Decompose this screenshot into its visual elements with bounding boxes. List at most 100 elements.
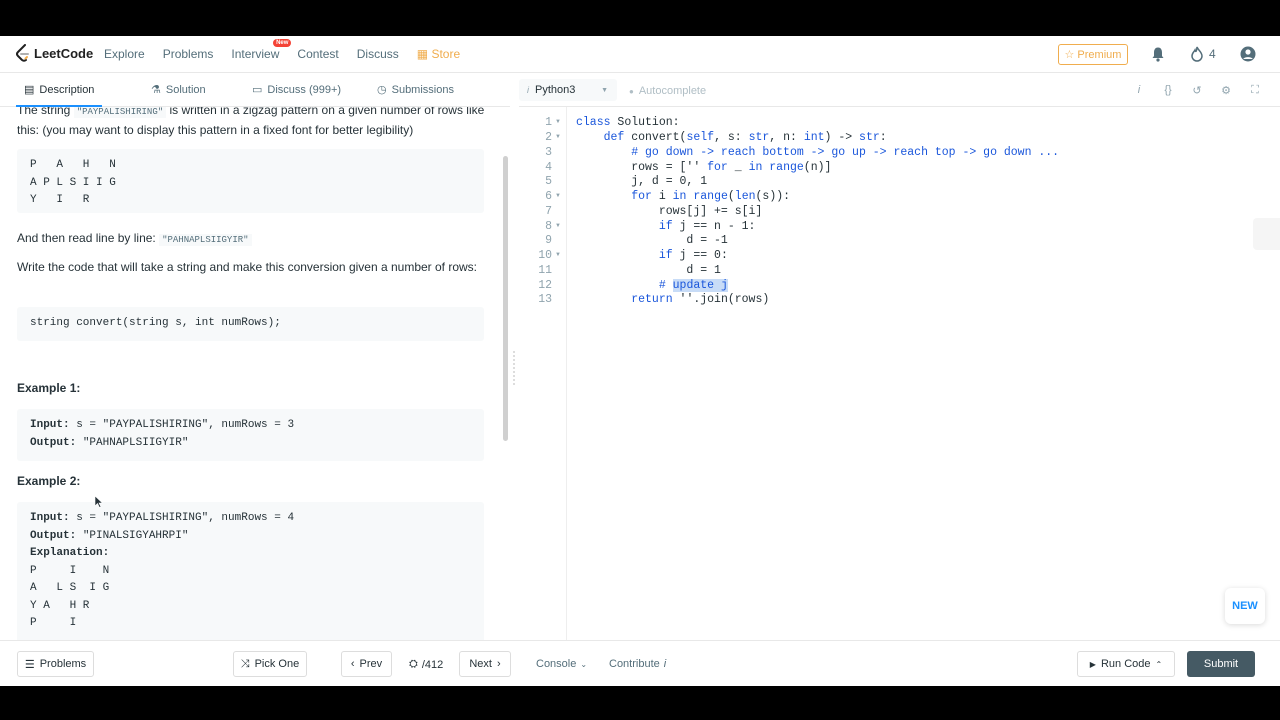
- code-line[interactable]: def convert(self, s: str, n: int) -> str…: [576, 131, 887, 144]
- panel-splitter[interactable]: [512, 351, 516, 387]
- side-panel-tab[interactable]: [1253, 218, 1280, 250]
- description-scrollbar[interactable]: [503, 156, 508, 441]
- autocomplete-label: Autocomplete: [638, 85, 707, 97]
- shuffle-icon: ⤨: [240, 657, 250, 670]
- tab-submissions-label: Submissions: [391, 83, 454, 96]
- prev-button[interactable]: ‹ Prev: [341, 651, 392, 677]
- tab-description[interactable]: ▤ Description: [15, 83, 103, 107]
- code-line[interactable]: if j == 0:: [576, 249, 728, 262]
- pick-one-label: Pick One: [254, 658, 300, 670]
- code-line[interactable]: d = -1: [576, 234, 727, 247]
- nav-contest[interactable]: Contest: [297, 47, 338, 61]
- autocomplete-toggle[interactable]: ● Autocomplete: [629, 85, 706, 97]
- tab-solution[interactable]: ⚗ Solution: [151, 83, 206, 97]
- code-line[interactable]: # go down -> reach bottom -> go up -> re…: [576, 146, 1059, 159]
- fold-icon[interactable]: ▼: [555, 134, 561, 140]
- tab-submissions[interactable]: ◷ Submissions: [377, 83, 454, 97]
- code-line[interactable]: class Solution:: [576, 116, 680, 129]
- code-line[interactable]: # update j: [576, 279, 728, 292]
- contribute-button[interactable]: Contribute i: [609, 658, 666, 670]
- new-feature-button[interactable]: NEW: [1225, 588, 1265, 624]
- code-line[interactable]: rows = ['' for _ in range(n)]: [576, 161, 831, 174]
- top-navbar: LeetCode Explore Problems Interview New …: [0, 36, 1280, 73]
- mouse-cursor-icon: [95, 496, 103, 508]
- avatar-icon[interactable]: [1240, 46, 1256, 62]
- fold-icon[interactable]: ▼: [555, 252, 561, 258]
- nav-links: Explore Problems Interview New Contest D…: [104, 39, 478, 61]
- next-button[interactable]: Next ›: [459, 651, 511, 677]
- submit-button[interactable]: Submit: [1187, 651, 1255, 677]
- problem-page-indicator[interactable]: ⛭ /412: [409, 658, 443, 671]
- contribute-label: Contribute: [609, 658, 660, 670]
- description-icon: ▤: [24, 84, 35, 96]
- info-icon: i: [663, 658, 667, 670]
- info-icon: i: [527, 85, 529, 95]
- list-icon: ☰: [24, 658, 35, 671]
- nav-explore[interactable]: Explore: [104, 47, 145, 61]
- prev-label: Prev: [359, 658, 383, 670]
- read-line-paragraph: And then read line by line: "PAHNAPLSIIG…: [17, 229, 487, 249]
- nav-store-label: Store: [431, 47, 461, 61]
- line-number: 3: [545, 146, 552, 159]
- leetcode-logo[interactable]: LeetCode: [16, 44, 93, 62]
- problems-label: Problems: [39, 658, 87, 670]
- reset-icon[interactable]: ↺: [1190, 83, 1204, 97]
- code-line[interactable]: for i in range(len(s)):: [576, 190, 790, 203]
- language-value: Python3: [535, 84, 576, 96]
- run-code-button[interactable]: ▶ Run Code ⌃: [1077, 651, 1175, 677]
- problems-button[interactable]: ☰ Problems: [17, 651, 94, 677]
- braces-icon[interactable]: {}: [1161, 83, 1175, 97]
- premium-label: Premium: [1077, 48, 1122, 61]
- nav-interview[interactable]: Interview New: [231, 39, 292, 61]
- line-number: 7: [545, 205, 552, 218]
- nav-interview-label: Interview: [231, 47, 280, 61]
- example-2-title: Example 2:: [17, 474, 81, 488]
- read-text: And then read line by line:: [17, 231, 156, 245]
- info-icon[interactable]: i: [1132, 83, 1146, 97]
- ex2-input-label: Input:: [30, 512, 70, 524]
- ex2-output-label: Output:: [30, 529, 77, 542]
- code-line[interactable]: d = 1: [576, 264, 721, 277]
- bell-icon[interactable]: [1150, 46, 1166, 62]
- logo-text: LeetCode: [34, 45, 94, 61]
- fold-icon[interactable]: ▼: [555, 193, 561, 199]
- fullscreen-icon[interactable]: ⛶: [1248, 83, 1262, 97]
- settings-icon[interactable]: ⚙: [1219, 83, 1233, 97]
- dot-icon: ●: [629, 86, 634, 96]
- ex1-output-label: Output:: [30, 436, 77, 449]
- tab-discuss[interactable]: ▭ Discuss (999+): [252, 83, 341, 97]
- read-code: "PAHNAPLSIIGYIR": [159, 234, 252, 246]
- console-button[interactable]: Console ⌄: [536, 658, 587, 670]
- problem-tabs: ▤ Description ⚗ Solution ▭ Discuss (999+…: [0, 73, 510, 107]
- nav-store[interactable]: ▦ Store: [417, 47, 460, 61]
- code-line[interactable]: return ''.join(rows): [576, 293, 769, 306]
- new-badge: New: [273, 39, 292, 47]
- premium-button[interactable]: ☆ Premium: [1058, 44, 1128, 65]
- chevron-right-icon: ›: [496, 658, 501, 670]
- intro-text-pre: The string: [17, 107, 71, 117]
- streak-counter[interactable]: 4: [1190, 46, 1216, 62]
- nav-discuss[interactable]: Discuss: [357, 47, 399, 61]
- ex2-output-value: "PINALSIGYAHRPI": [76, 529, 189, 542]
- write-code-paragraph: Write the code that will take a string a…: [17, 260, 478, 274]
- next-label: Next: [469, 658, 492, 670]
- pick-one-button[interactable]: ⤨ Pick One: [233, 651, 307, 677]
- line-number: 8: [545, 220, 552, 233]
- nav-problems[interactable]: Problems: [163, 47, 214, 61]
- ex2-input-value: s = "PAYPALISHIRING", numRows = 4: [69, 512, 295, 524]
- code-line[interactable]: if j == n - 1:: [576, 220, 756, 233]
- language-select[interactable]: i Python3 ▼: [519, 79, 617, 101]
- fold-icon[interactable]: ▼: [555, 119, 561, 125]
- code-line[interactable]: rows[j] += s[i]: [576, 205, 763, 218]
- fold-icon[interactable]: ▼: [555, 223, 561, 229]
- code-line[interactable]: j, d = 0, 1: [576, 175, 707, 188]
- example-1-title: Example 1:: [17, 381, 81, 395]
- function-signature: string convert(string s, int numRows);: [17, 307, 484, 341]
- line-number: 10: [538, 249, 552, 262]
- line-number: 4: [545, 161, 552, 174]
- comment-icon: ▭: [252, 84, 263, 96]
- line-number: 2: [545, 131, 552, 144]
- fire-icon: [1191, 46, 1203, 62]
- line-number: 5: [545, 175, 552, 188]
- code-editor[interactable]: 1 ▼ 2 ▼ 3 4 5 6 ▼ 7 8 ▼ 9 10 ▼ 11 12 13 …: [519, 107, 1280, 640]
